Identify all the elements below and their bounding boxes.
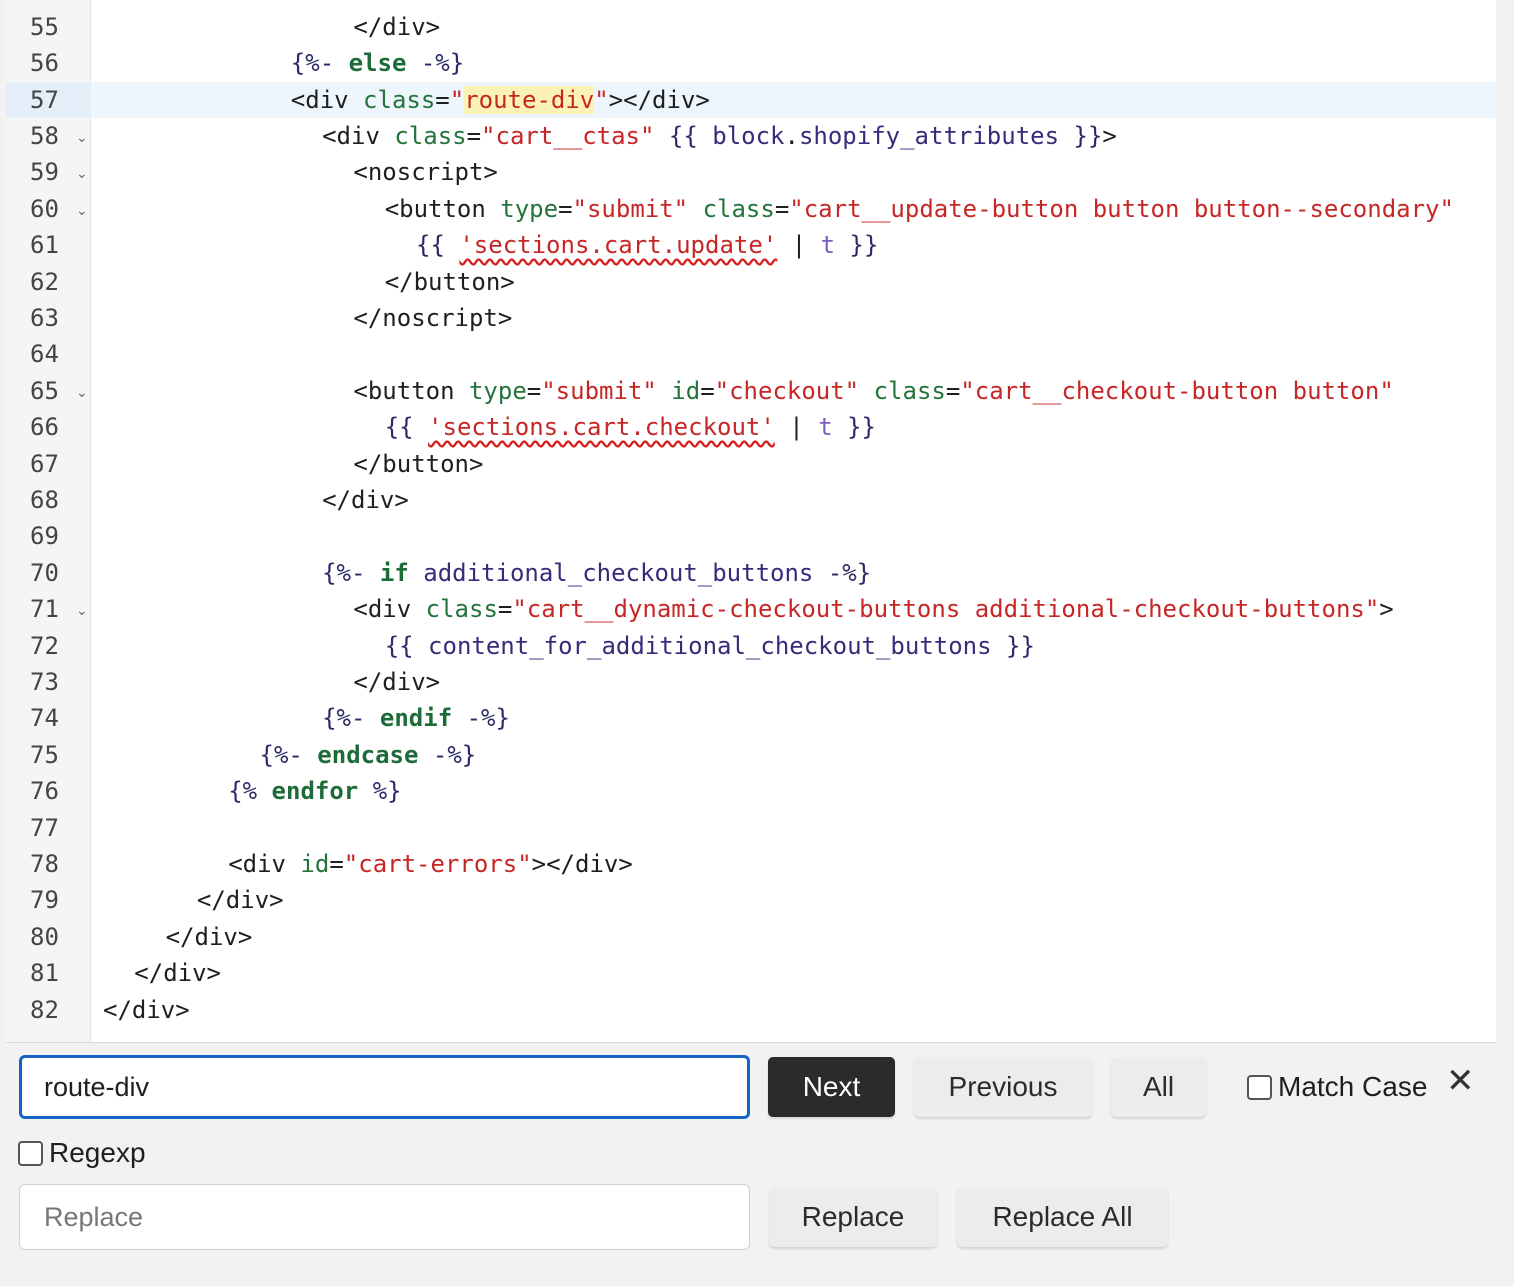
code-line[interactable]: 75 {%- endcase -%} xyxy=(6,737,1496,773)
code-line[interactable]: 69 xyxy=(6,518,1496,554)
code-text: <div id="cart-errors"></div> xyxy=(228,850,633,878)
code-line[interactable]: 79 </div> xyxy=(6,882,1496,918)
line-number: 69 xyxy=(30,522,59,551)
code-line[interactable]: 73 </div> xyxy=(6,664,1496,700)
code-line[interactable]: 78 <div id="cart-errors"></div> xyxy=(6,846,1496,882)
code-text: </noscript> xyxy=(353,304,513,332)
code-line[interactable]: 64 xyxy=(6,336,1496,372)
code-text: </button> xyxy=(384,267,515,296)
code-text: {{ content_for_additional_checkout_butto… xyxy=(384,631,1035,660)
code-line[interactable]: 70 {%- if additional_checkout_buttons -%} xyxy=(6,555,1496,591)
line-number: 66 xyxy=(30,413,59,442)
code-text: </div> xyxy=(353,668,441,696)
code-line[interactable]: 76 {% endfor %} xyxy=(6,773,1496,809)
line-number: 62 xyxy=(30,267,59,296)
code-line[interactable]: 58 ⌄ <div class="cart__ctas" {{ block.shop… xyxy=(6,118,1496,154)
line-number: 75 xyxy=(30,740,59,769)
code-line[interactable]: 72 {{ content_for_additional_checkout_but… xyxy=(6,628,1496,664)
code-line[interactable]: 62 </button> xyxy=(6,264,1496,300)
code-line[interactable]: 55 </div> xyxy=(6,9,1496,45)
line-number: 77 xyxy=(30,813,59,842)
code-text: {%- else -%} xyxy=(290,49,465,78)
code-line[interactable]: 67 </button> xyxy=(6,446,1496,482)
line-number: 73 xyxy=(30,668,59,696)
regexp-checkbox[interactable]: Regexp xyxy=(18,1137,146,1169)
code-line[interactable]: 59 ⌄ <noscript> xyxy=(6,154,1496,190)
fold-chevron-icon[interactable]: ⌄ xyxy=(76,193,88,229)
code-text: </div> xyxy=(353,12,441,41)
code-text: <noscript> xyxy=(353,158,498,187)
code-text: </div> xyxy=(103,995,190,1024)
line-number: 55 xyxy=(30,12,59,41)
close-icon[interactable]: ✕ xyxy=(1446,1061,1475,1101)
code-text: </div> xyxy=(322,486,409,514)
line-number: 67 xyxy=(30,449,59,478)
line-number: 70 xyxy=(30,558,59,587)
code-editor[interactable]: 55 </div> 56 {%- else -%} 57 <div class="rout… xyxy=(6,0,1496,1042)
line-number: 56 xyxy=(30,49,59,78)
code-text: </div> xyxy=(165,922,253,951)
search-input[interactable] xyxy=(19,1055,750,1119)
code-text: {{ 'sections.cart.update' | t }} xyxy=(416,231,879,260)
code-text: <button type="submit" id="checkout" clas… xyxy=(353,376,1394,405)
code-text: <div class="route-div"></div> xyxy=(290,85,710,114)
line-number: 68 xyxy=(30,486,59,514)
code-text: {% endfor %} xyxy=(228,777,402,806)
regexp-checkbox-box[interactable] xyxy=(18,1140,43,1166)
code-line[interactable]: 82 </div> xyxy=(6,992,1496,1028)
code-text: <button type="submit" class="cart__updat… xyxy=(384,194,1454,223)
regexp-label: Regexp xyxy=(49,1137,146,1168)
line-number: 64 xyxy=(30,340,59,369)
replace-all-button[interactable]: Replace All xyxy=(957,1187,1168,1247)
code-line[interactable]: 56 {%- else -%} xyxy=(6,45,1496,81)
next-button[interactable]: Next xyxy=(768,1057,895,1117)
line-number: 81 xyxy=(30,959,59,988)
line-number: 72 xyxy=(30,631,59,660)
find-replace-panel: Next Previous All Match Case ✕ Regexp Re… xyxy=(6,1042,1496,1264)
fold-chevron-icon[interactable]: ⌄ xyxy=(76,375,88,411)
code-line[interactable]: 63 </noscript> xyxy=(6,300,1496,336)
code-text: {%- endcase -%} xyxy=(259,740,477,769)
code-text: {%- endif -%} xyxy=(322,704,510,733)
line-number: 78 xyxy=(30,850,59,878)
line-number: 79 xyxy=(30,886,59,915)
replace-button[interactable]: Replace xyxy=(769,1187,937,1247)
replace-input[interactable] xyxy=(19,1184,750,1250)
line-number: 80 xyxy=(30,922,59,951)
fold-chevron-icon[interactable]: ⌄ xyxy=(76,593,88,629)
code-line[interactable]: 71 ⌄ <div class="cart__dynamic-checkout-bu… xyxy=(6,591,1496,627)
line-number: 76 xyxy=(30,777,59,806)
code-text: {{ 'sections.cart.checkout' | t }} xyxy=(384,413,876,442)
code-line[interactable]: 66 {{ 'sections.cart.checkout' | t }} xyxy=(6,409,1496,445)
line-number: 82 xyxy=(30,995,59,1024)
fold-chevron-icon[interactable]: ⌄ xyxy=(76,120,88,156)
code-text: </button> xyxy=(353,449,484,478)
line-number: 61 xyxy=(30,231,59,260)
code-line[interactable]: 77 xyxy=(6,810,1496,846)
line-number: 57 xyxy=(6,81,91,118)
code-line[interactable]: 81 </div> xyxy=(6,955,1496,991)
code-text: <div class="cart__ctas" {{ block.shopify… xyxy=(322,122,1117,150)
line-number: 74 xyxy=(30,704,59,733)
line-number: 63 xyxy=(30,304,59,332)
code-line[interactable]: 61 {{ 'sections.cart.update' | t }} xyxy=(6,227,1496,263)
select-all-matches-button[interactable]: All xyxy=(1111,1057,1206,1117)
code-line[interactable]: 74 {%- endif -%} xyxy=(6,700,1496,736)
match-case-checkbox-box[interactable] xyxy=(1247,1074,1272,1100)
code-line[interactable]: 57 <div class="route-div"></div> xyxy=(6,81,1496,118)
code-text: </div> xyxy=(196,886,284,915)
code-text: {%- if additional_checkout_buttons -%} xyxy=(322,558,872,587)
fold-chevron-icon[interactable]: ⌄ xyxy=(76,156,88,192)
code-text: </div> xyxy=(134,959,221,988)
code-text: <div class="cart__dynamic-checkout-butto… xyxy=(353,595,1394,624)
code-line[interactable]: 80 </div> xyxy=(6,919,1496,955)
match-case-label: Match Case xyxy=(1278,1071,1428,1102)
match-case-checkbox[interactable]: Match Case xyxy=(1247,1071,1427,1103)
code-line[interactable]: 68 </div> xyxy=(6,482,1496,518)
previous-button[interactable]: Previous xyxy=(914,1057,1092,1117)
code-line[interactable]: 60 ⌄ <button type="submit" class="cart__up… xyxy=(6,191,1496,227)
code-line[interactable]: 65 ⌄ <button type="submit" id="checkout" c… xyxy=(6,373,1496,409)
